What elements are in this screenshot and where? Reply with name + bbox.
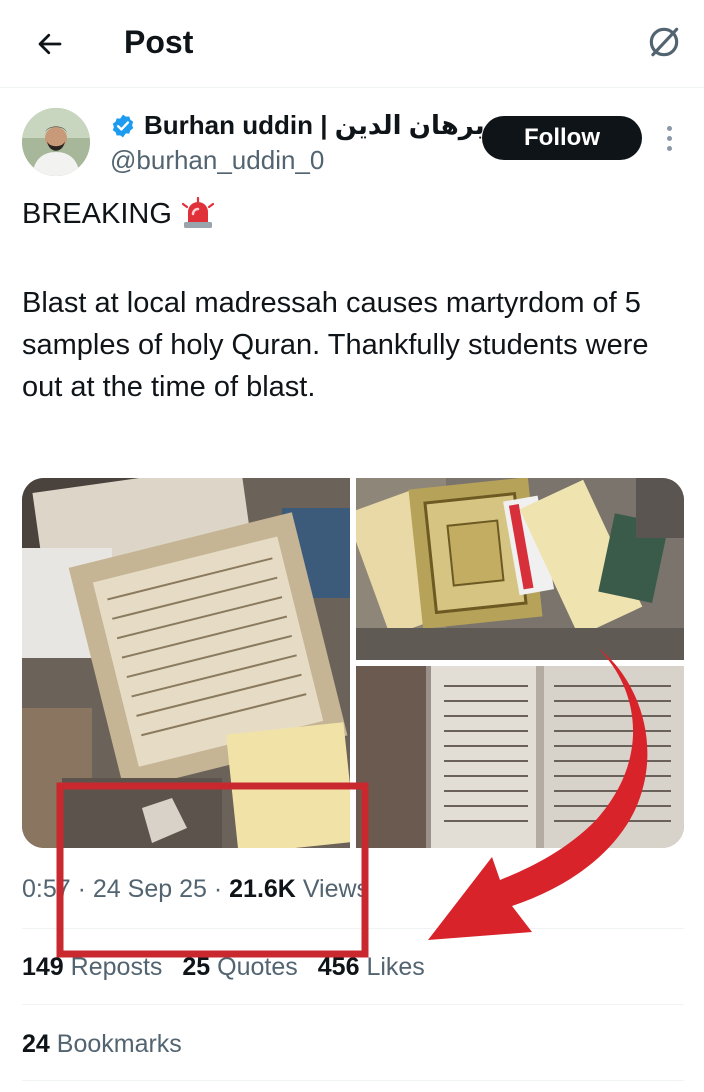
avatar-photo <box>22 108 90 176</box>
avatar[interactable] <box>22 108 90 176</box>
divider <box>22 1004 684 1005</box>
post-time: 0:57 <box>22 875 71 903</box>
arrow-left-icon <box>38 33 62 55</box>
quotes-count: 25 <box>182 953 211 981</box>
more-dot-icon <box>666 125 672 131</box>
verified-badge-icon <box>110 113 136 139</box>
headline-text: BREAKING <box>22 198 172 230</box>
likes-label: Likes <box>366 953 425 981</box>
media-image-left[interactable] <box>22 478 350 848</box>
bookmarks-label: Bookmarks <box>56 1030 182 1058</box>
follow-button[interactable]: Follow <box>482 116 642 160</box>
meta-separator: · <box>77 875 93 903</box>
reposts-count: 149 <box>22 953 64 981</box>
likes-count: 456 <box>317 953 360 981</box>
views-count: 21.6K <box>229 875 296 903</box>
bookmarks-stat[interactable]: 24 Bookmarks <box>22 1030 182 1059</box>
media-grid[interactable] <box>22 478 684 848</box>
quotes-stat[interactable]: 25 Quotes <box>182 953 297 982</box>
engagement-stats: 149 Reposts 25 Quotes 456 Likes <box>22 953 425 982</box>
divider <box>22 928 684 929</box>
post-body: Blast at local madressah causes martyrdo… <box>22 287 649 403</box>
reposts-stat[interactable]: 149 Reposts <box>22 953 162 982</box>
likes-stat[interactable]: 456 Likes <box>318 953 425 982</box>
author-name-row[interactable]: Burhan uddin | برهان الدين <box>110 110 485 141</box>
page-title: Post <box>124 24 194 60</box>
more-dot-icon <box>666 145 672 151</box>
back-button[interactable] <box>28 22 72 66</box>
siren-icon <box>180 196 216 232</box>
author-display-name: Burhan uddin | برهان الدين <box>144 110 485 140</box>
media-image-top-right[interactable] <box>356 478 684 660</box>
post-meta: 0:57 · 24 Sep 25 · 21.6K Views <box>22 875 369 904</box>
no-sign-icon <box>649 27 679 57</box>
divider <box>22 1080 684 1081</box>
post-headline: BREAKING <box>22 194 684 234</box>
more-options-button[interactable] <box>654 120 684 156</box>
reposts-label: Reposts <box>70 953 163 981</box>
media-image-bottom-right[interactable] <box>356 666 684 848</box>
top-bar: Post <box>0 0 704 88</box>
post-date[interactable]: 24 Sep 25 <box>93 875 207 903</box>
meta-separator: · <box>213 875 230 903</box>
author-handle[interactable]: @burhan_uddin_0 <box>110 145 324 176</box>
bookmarks-count: 24 <box>22 1030 50 1058</box>
no-sign-button[interactable] <box>642 20 686 64</box>
quotes-label: Quotes <box>217 953 298 981</box>
views-label: Views <box>302 875 370 903</box>
more-dot-icon <box>666 135 672 141</box>
